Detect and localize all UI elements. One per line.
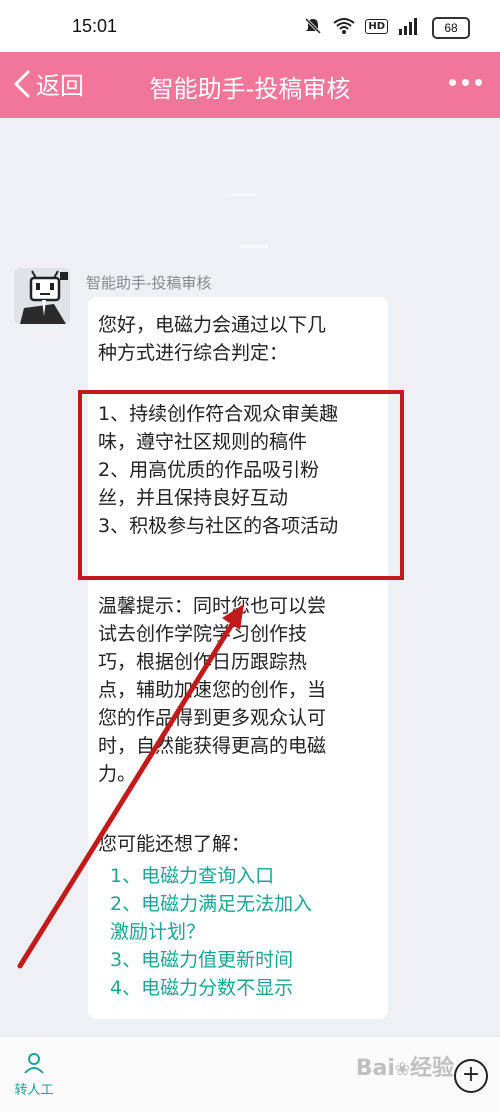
plus-button[interactable]: + xyxy=(454,1059,488,1093)
watermark-logo: Bai❀经验 xyxy=(355,1056,454,1081)
person-icon xyxy=(24,1053,44,1074)
plus-icon: + xyxy=(461,1062,481,1087)
transfer-to-human-button[interactable]: 转人工 xyxy=(10,1051,58,1098)
transfer-to-human-label: 转人工 xyxy=(14,1083,54,1098)
annotation-arrow-icon xyxy=(17,604,244,969)
